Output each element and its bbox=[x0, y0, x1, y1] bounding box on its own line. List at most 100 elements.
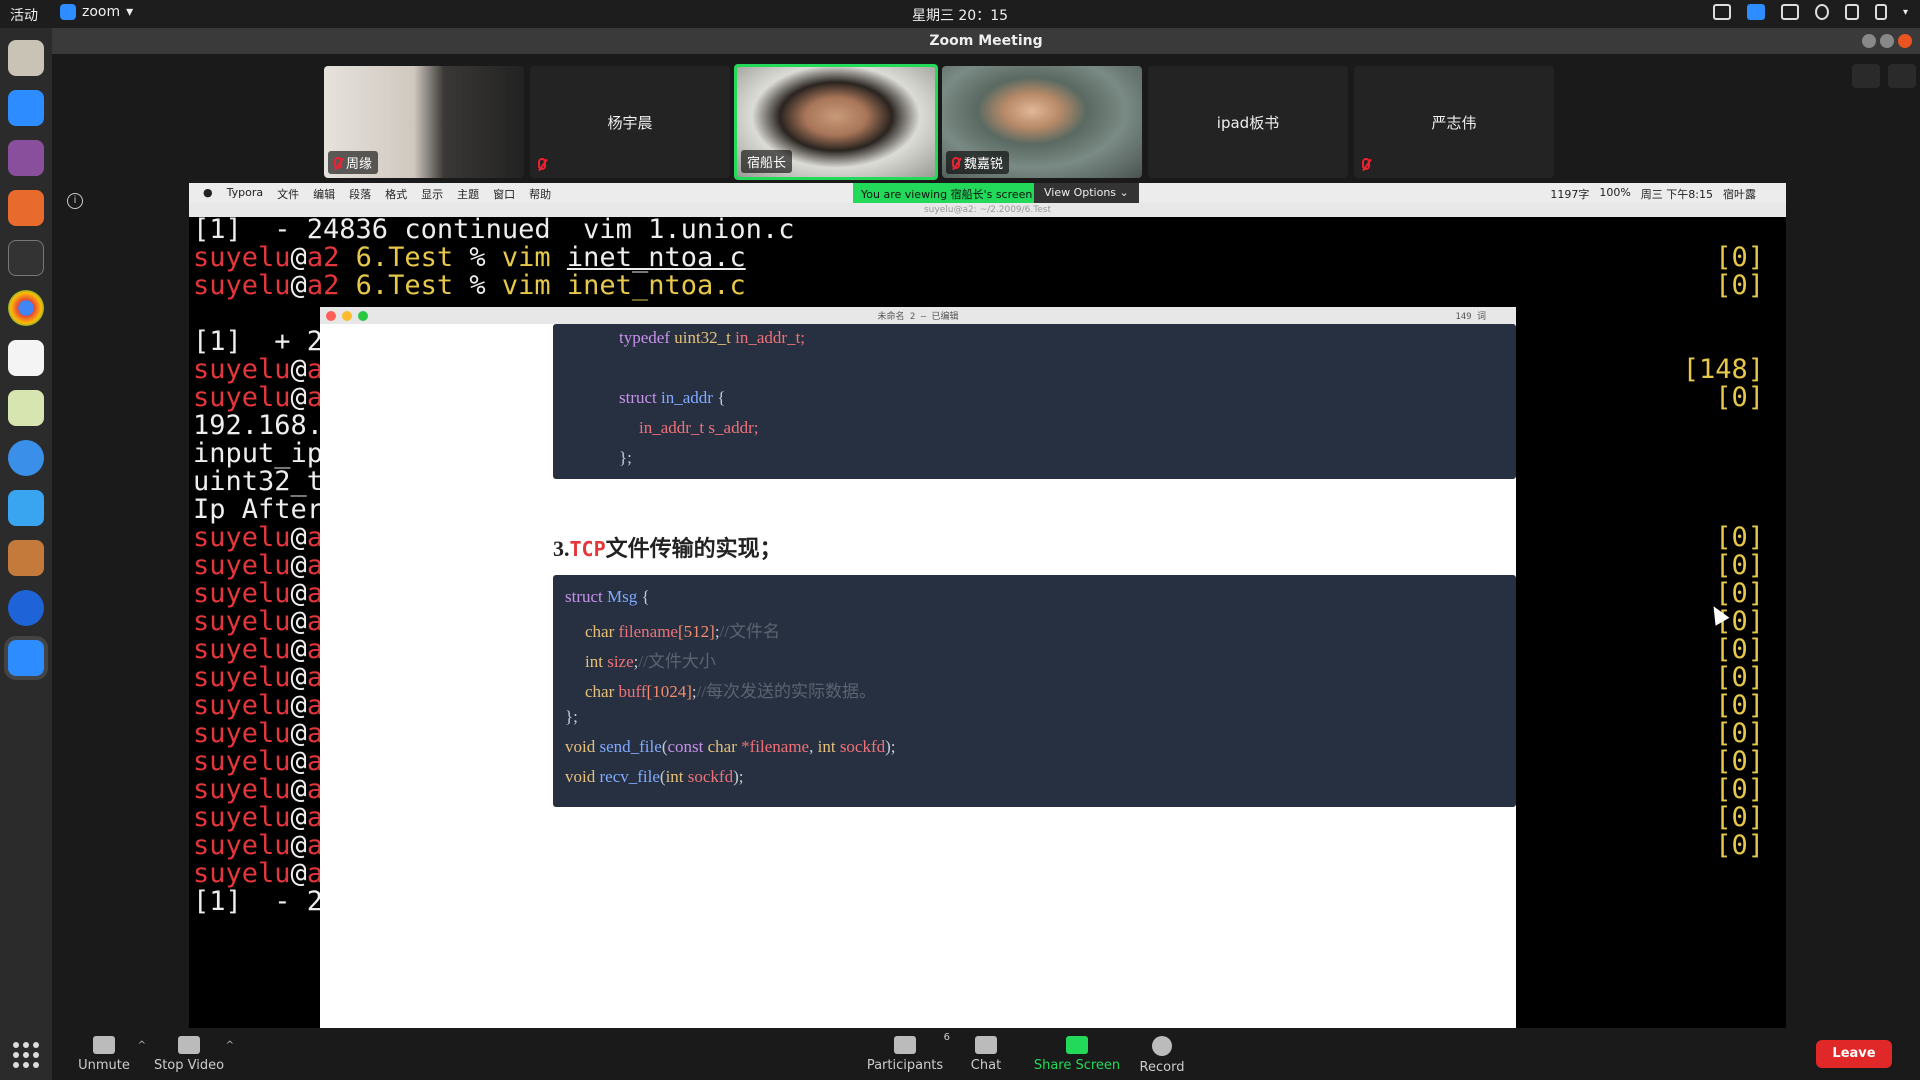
zoom-dock-icon[interactable] bbox=[8, 90, 44, 126]
terminal: [1] - 24836 continued vim 1.union.c suye… bbox=[189, 214, 1786, 1056]
menu-view: 显示 bbox=[421, 188, 444, 201]
code-block[interactable]: typedef uint32_t in_addr_t; struct in_ad… bbox=[553, 324, 1516, 479]
app-icon[interactable] bbox=[8, 490, 44, 526]
return-code: [0] bbox=[1715, 690, 1764, 721]
minimize-button[interactable] bbox=[1862, 34, 1876, 48]
show-applications-icon[interactable] bbox=[13, 1042, 39, 1068]
record-button[interactable]: Record bbox=[1132, 1028, 1192, 1080]
battery-icon[interactable] bbox=[1874, 4, 1887, 20]
chat-icon bbox=[975, 1036, 997, 1054]
volume-icon[interactable] bbox=[1844, 4, 1859, 20]
return-code: [0] bbox=[1715, 746, 1764, 777]
code-line: void send_file(const char *filename, int… bbox=[565, 737, 896, 756]
return-code: [0] bbox=[1715, 774, 1764, 805]
dock bbox=[0, 28, 52, 1080]
code-line: char buff[1024];//每次发送的实际数据。 bbox=[585, 682, 877, 701]
share-screen-button[interactable]: Share Screen bbox=[1030, 1028, 1124, 1080]
keyboard-icon[interactable] bbox=[1780, 4, 1799, 20]
return-code: [0] bbox=[1715, 522, 1764, 553]
chat-button[interactable]: Chat bbox=[964, 1028, 1008, 1080]
return-code: [0] bbox=[1715, 634, 1764, 665]
code-line: void recv_file(int sockfd); bbox=[565, 767, 744, 786]
terminal-line: suyelu@a2 6.Test % vim inet_ntoa.c bbox=[193, 270, 746, 301]
menu-window: 窗口 bbox=[493, 188, 516, 201]
viewing-screen-banner: You are viewing 宿船长's screen bbox=[853, 183, 1041, 203]
leave-button[interactable]: Leave bbox=[1816, 1040, 1892, 1068]
mac-status-items: 1197字 100% 周三 下午8:15 宿叶露 bbox=[1550, 186, 1756, 202]
code-line: }; bbox=[565, 707, 578, 726]
fullscreen-icon[interactable] bbox=[1888, 64, 1916, 88]
mac-clock: 周三 下午8:15 bbox=[1640, 188, 1713, 201]
menu-app-name: Typora bbox=[226, 186, 264, 199]
zoom-tray-icon[interactable] bbox=[1746, 4, 1765, 20]
code-line: }; bbox=[619, 448, 632, 467]
return-code: [0] bbox=[1715, 382, 1764, 413]
menu-file: 文件 bbox=[277, 188, 300, 201]
muted-mic-icon bbox=[334, 156, 342, 169]
feishu-icon[interactable] bbox=[8, 440, 44, 476]
muted-mic-icon bbox=[952, 156, 960, 169]
participant-tile[interactable]: 魏嘉锐 bbox=[942, 66, 1142, 178]
typora-titlebar: 未命名 2 — 已编辑 149 词 bbox=[320, 307, 1516, 324]
share-screen-label: Share Screen bbox=[1033, 1058, 1121, 1073]
code-line: in_addr_t s_addr; bbox=[639, 418, 759, 437]
participants-count: 6 bbox=[943, 1032, 950, 1043]
unmute-label: Unmute bbox=[78, 1058, 130, 1073]
code-line: struct Msg { bbox=[565, 587, 650, 606]
stop-video-button[interactable]: Stop Video ^ bbox=[148, 1028, 234, 1080]
participant-tile[interactable]: ipad板书 bbox=[1148, 66, 1348, 178]
battery-status: 100% bbox=[1599, 186, 1631, 199]
menu-paragraph: 段落 bbox=[349, 188, 372, 201]
window-title: Zoom Meeting bbox=[52, 28, 1920, 54]
code-line: char filename[512];//文件名 bbox=[585, 622, 780, 641]
image-viewer-icon[interactable] bbox=[8, 390, 44, 426]
participants-label: Participants bbox=[866, 1058, 944, 1073]
menu-theme: 主题 bbox=[457, 188, 480, 201]
typora-window: 未命名 2 — 已编辑 149 词 typedef uint32_t in_ad… bbox=[320, 307, 1516, 1056]
close-button[interactable] bbox=[1898, 34, 1912, 48]
return-code: [0] bbox=[1715, 550, 1764, 581]
software-center-icon[interactable] bbox=[8, 190, 44, 226]
system-tray: ▾ bbox=[1712, 4, 1908, 20]
chrome-icon[interactable] bbox=[8, 290, 44, 326]
system-clock[interactable]: 星期三 20：15 bbox=[0, 5, 1920, 25]
record-icon bbox=[1152, 1036, 1172, 1056]
participant-name-tag: 宿船长 bbox=[741, 150, 793, 173]
terminal-line: [1] - 22 bbox=[193, 886, 340, 917]
video-camera-icon bbox=[178, 1036, 200, 1054]
audio-options-caret-icon[interactable]: ^ bbox=[138, 1040, 146, 1051]
camera-icon[interactable] bbox=[1712, 4, 1731, 20]
files-icon[interactable] bbox=[8, 40, 44, 76]
maximize-button[interactable] bbox=[1880, 34, 1894, 48]
book-icon[interactable] bbox=[8, 540, 44, 576]
muted-mic-icon bbox=[538, 158, 546, 170]
participant-tile[interactable]: 周缘 bbox=[324, 66, 524, 178]
system-menu-caret-icon[interactable]: ▾ bbox=[1903, 7, 1908, 18]
video-options-caret-icon[interactable]: ^ bbox=[226, 1040, 234, 1051]
stop-video-label: Stop Video bbox=[153, 1058, 225, 1073]
participant-name: 严志伟 bbox=[1431, 114, 1477, 132]
zoom-running-icon[interactable] bbox=[8, 640, 44, 676]
typora-icon[interactable] bbox=[8, 340, 44, 376]
participant-tile-active-speaker[interactable]: 宿船长 bbox=[734, 64, 938, 180]
wifi-icon[interactable] bbox=[1814, 4, 1829, 20]
participant-name-tag: 周缘 bbox=[328, 151, 379, 174]
return-code: [0] bbox=[1715, 830, 1764, 861]
shared-screen: ● Typora 文件 编辑 段落 格式 显示 主题 窗口 帮助 1197字 1… bbox=[189, 183, 1786, 1056]
terminal-icon[interactable] bbox=[8, 240, 44, 276]
participant-tile[interactable]: 严志伟 bbox=[1354, 66, 1554, 178]
participants-button[interactable]: Participants 6 bbox=[862, 1028, 950, 1080]
meeting-info-icon[interactable]: i bbox=[67, 193, 83, 209]
participant-name-tag: 魏嘉锐 bbox=[946, 151, 1010, 174]
gallery-view-icon[interactable] bbox=[1852, 64, 1880, 88]
view-options-button[interactable]: View Options ⌄ bbox=[1034, 183, 1139, 203]
participant-tile[interactable]: 杨宇晨 bbox=[530, 66, 730, 178]
mac-menus: ● Typora 文件 编辑 段落 格式 显示 主题 窗口 帮助 bbox=[203, 186, 551, 202]
unmute-button[interactable]: Unmute ^ bbox=[66, 1028, 146, 1080]
muted-mic-icon bbox=[1362, 158, 1370, 170]
messenger-icon[interactable] bbox=[8, 590, 44, 626]
menu-help: 帮助 bbox=[529, 188, 552, 201]
video-player-icon[interactable] bbox=[8, 140, 44, 176]
meeting-toolbar: Unmute ^ Stop Video ^ Participants 6 Cha… bbox=[52, 1028, 1920, 1080]
code-block[interactable]: struct Msg { char filename[512];//文件名 in… bbox=[553, 575, 1516, 807]
